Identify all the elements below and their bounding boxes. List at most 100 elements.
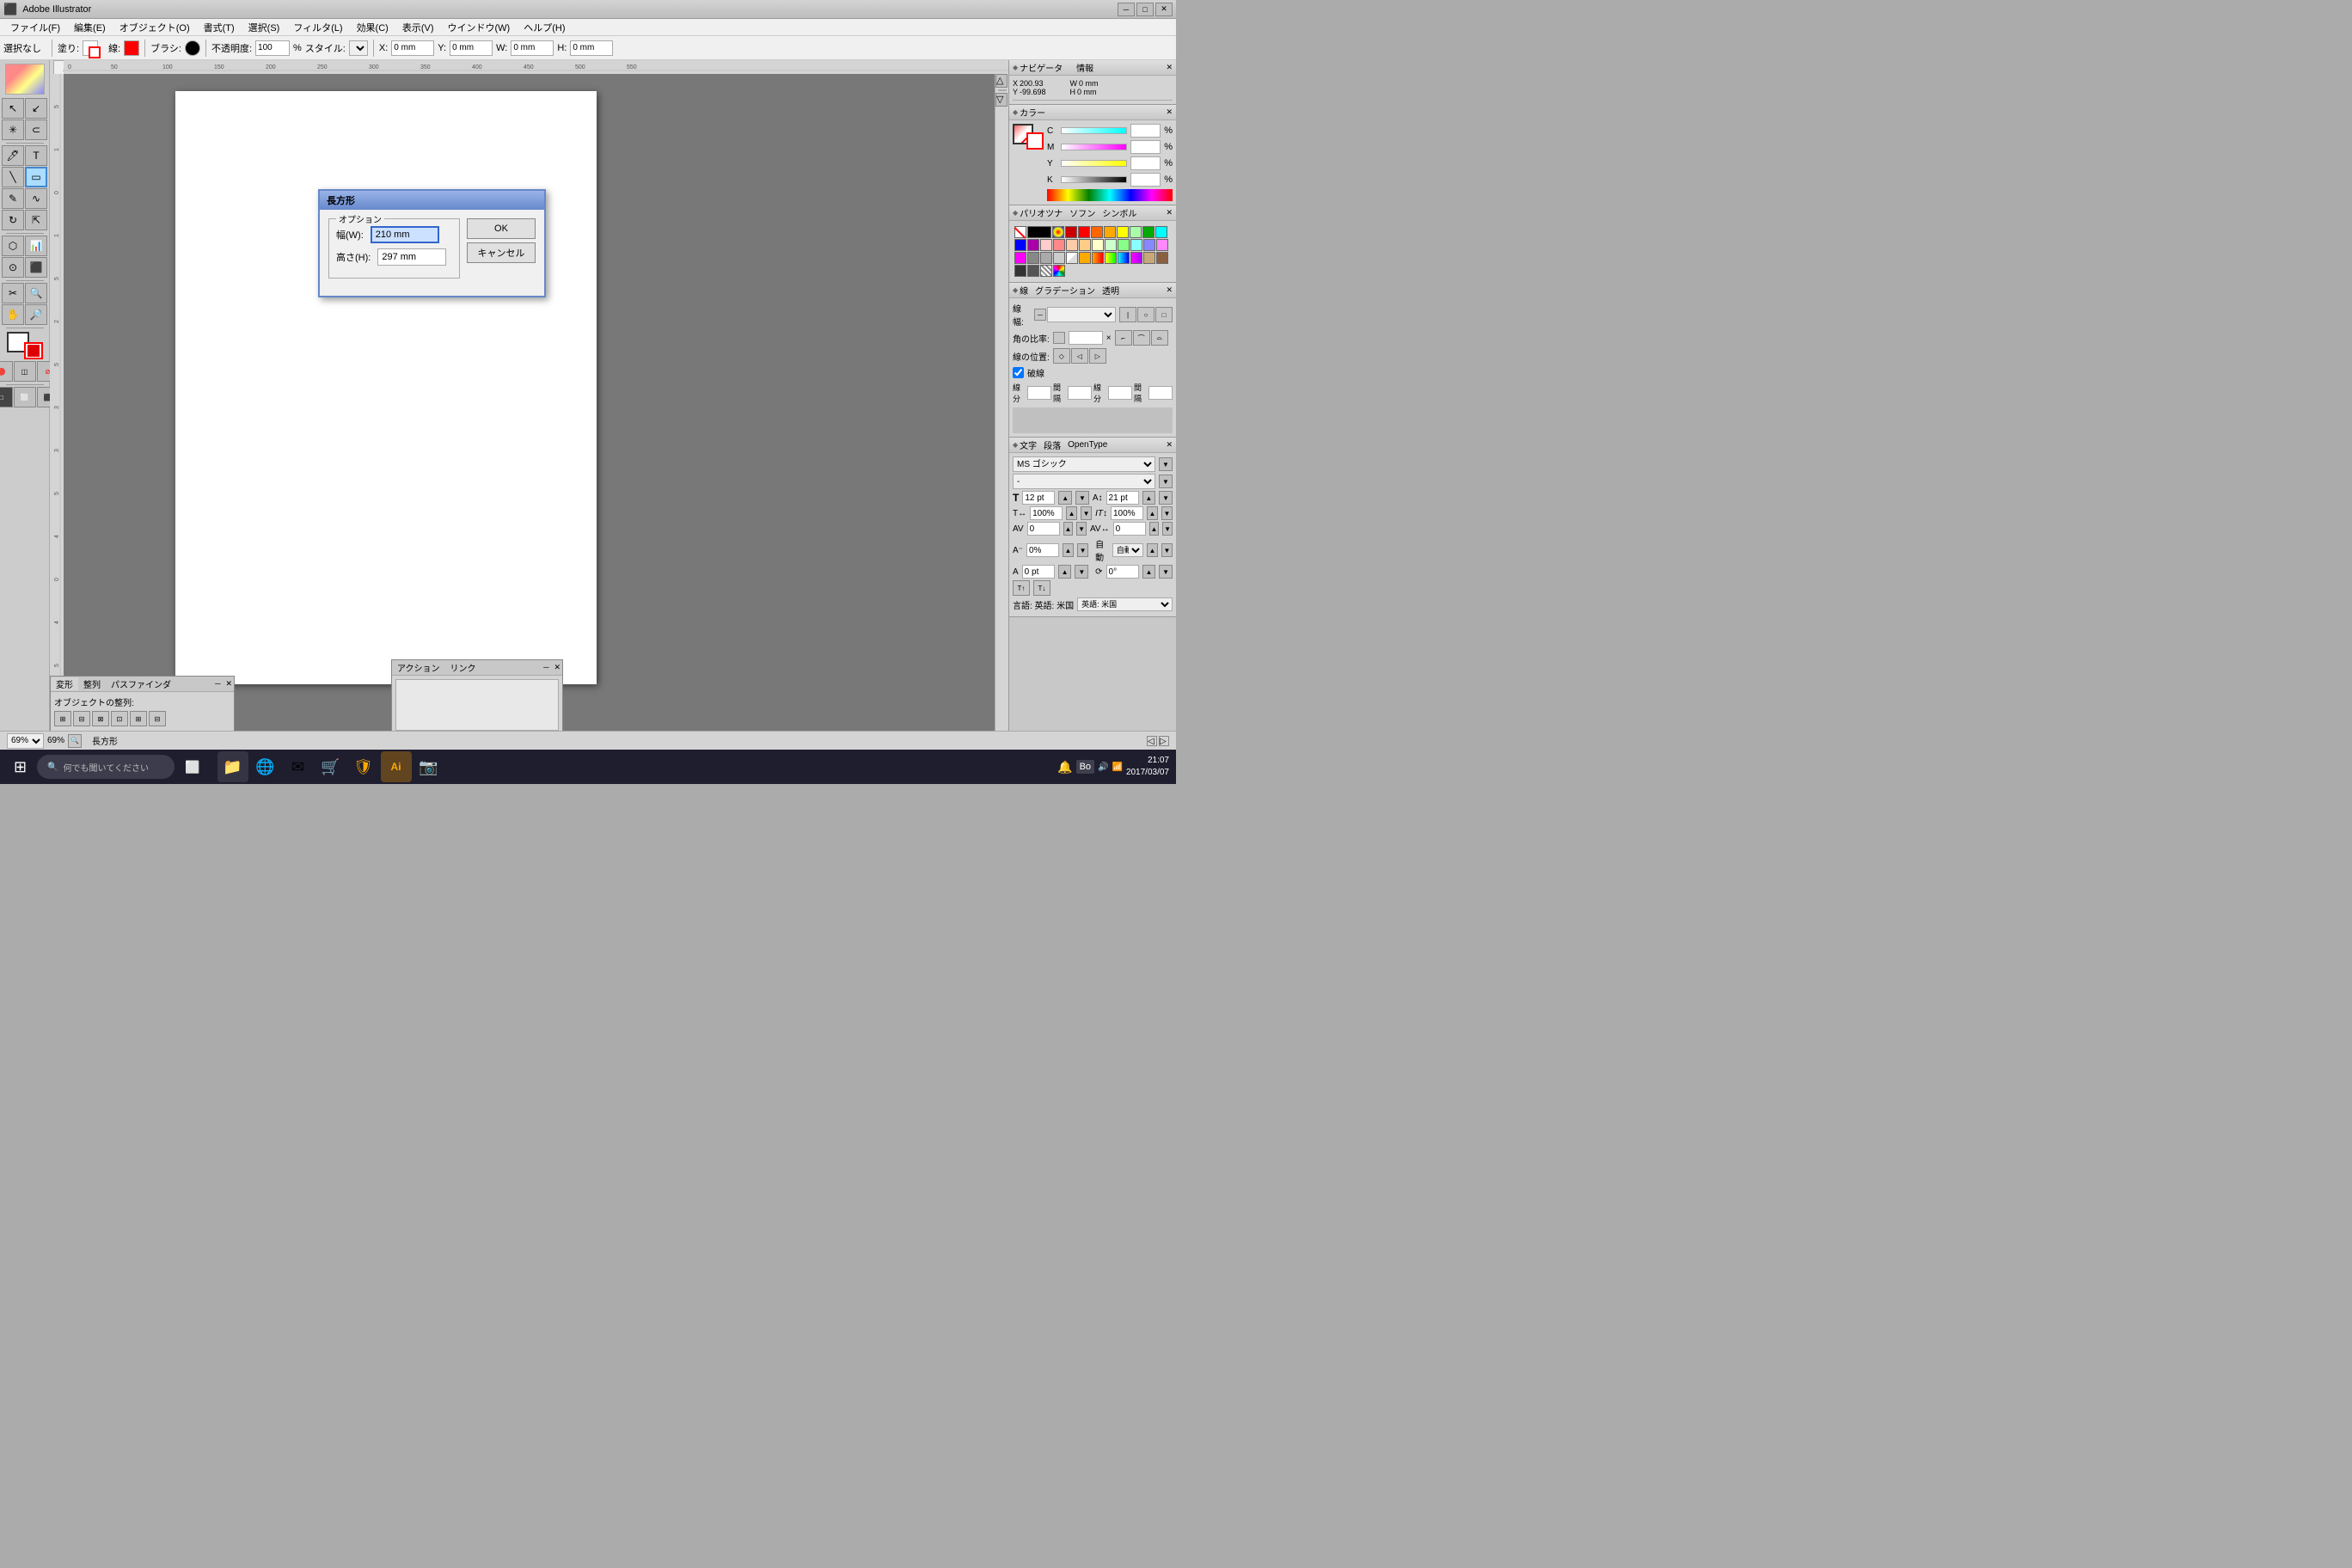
swatch-19[interactable]	[1143, 239, 1155, 251]
opacity-input[interactable]	[255, 40, 290, 56]
menu-filter[interactable]: フィルタ(L)	[286, 19, 349, 36]
taskbar-app-illustrator[interactable]: Ai	[381, 751, 412, 782]
font-style-dropdown[interactable]: ▼	[1159, 475, 1173, 488]
brush-swatch[interactable]	[185, 40, 200, 56]
fill-swatch[interactable]	[83, 40, 98, 56]
kerning-up[interactable]: ▲	[1063, 522, 1074, 536]
swatch-20[interactable]	[1156, 239, 1168, 251]
warp-tool[interactable]: ⬡	[2, 236, 24, 256]
vscroll-up[interactable]: △	[995, 74, 1008, 88]
join-bevel[interactable]: ⌓	[1151, 330, 1168, 346]
y-slider[interactable]	[1061, 160, 1127, 167]
color-panel-header[interactable]: ◆ カラー ✕	[1009, 105, 1176, 120]
baseline-input[interactable]	[1026, 543, 1059, 557]
bottom-panel-minimize[interactable]: ─	[213, 679, 222, 689]
menu-select[interactable]: 選択(S)	[242, 19, 287, 36]
rotate-up[interactable]: ▲	[1142, 565, 1156, 579]
swatch-7[interactable]	[1142, 226, 1155, 238]
baseline-down[interactable]: ▼	[1077, 543, 1088, 557]
scale-v-down[interactable]: ▼	[1161, 506, 1173, 520]
pt-input[interactable]	[1022, 565, 1055, 579]
menu-edit[interactable]: 編集(E)	[67, 19, 113, 36]
smooth-tool[interactable]: ∿	[25, 188, 47, 209]
y-input[interactable]	[450, 40, 493, 56]
align-top[interactable]: ⊡	[111, 711, 128, 726]
direct-select-tool[interactable]: ↙	[25, 98, 47, 119]
full-view-btn[interactable]: ⬜	[14, 387, 36, 407]
color-stroke-box[interactable]	[1026, 132, 1044, 150]
superscript-btn[interactable]: T↑	[1013, 580, 1030, 596]
hand-tool[interactable]: ✋	[2, 304, 24, 325]
color-close[interactable]: ✕	[1166, 107, 1173, 117]
m-slider[interactable]	[1061, 144, 1127, 150]
bottom-panel-close[interactable]: ✕	[224, 679, 234, 689]
maximize-button[interactable]: □	[1136, 3, 1154, 16]
rotate-input[interactable]	[1106, 565, 1139, 579]
swatch-9[interactable]	[1014, 239, 1026, 251]
auto-down[interactable]: ▼	[1161, 543, 1173, 557]
tracking-down[interactable]: ▼	[1162, 522, 1173, 536]
x-input[interactable]	[391, 40, 434, 56]
font-size-down[interactable]: ▼	[1075, 491, 1089, 505]
join-miter[interactable]: ⌐	[1115, 330, 1132, 346]
magic-wand-tool[interactable]: ✳	[2, 119, 24, 140]
swatch-3[interactable]	[1091, 226, 1103, 238]
taskbar-app-explorer[interactable]: 📁	[217, 751, 248, 782]
start-button[interactable]: ⊞	[7, 753, 34, 781]
navigator-close[interactable]: ✕	[1166, 63, 1173, 72]
color-spectrum[interactable]	[1047, 189, 1173, 201]
swatch-28[interactable]	[1105, 252, 1117, 264]
align-left[interactable]: ⊞	[54, 711, 71, 726]
swatch-14[interactable]	[1079, 239, 1091, 251]
kerning-input[interactable]	[1027, 522, 1060, 536]
baseline-up[interactable]: ▲	[1063, 543, 1074, 557]
kerning-down[interactable]: ▼	[1076, 522, 1087, 536]
swatch-23[interactable]	[1040, 252, 1052, 264]
swatch-11[interactable]	[1040, 239, 1052, 251]
rotate-down[interactable]: ▼	[1159, 565, 1173, 579]
pos-outside[interactable]: ▷	[1089, 348, 1106, 364]
pt-up[interactable]: ▲	[1058, 565, 1072, 579]
font-style-select[interactable]: -	[1013, 474, 1155, 489]
dash2-input[interactable]	[1108, 386, 1132, 400]
swatch-24[interactable]	[1053, 252, 1065, 264]
vscroll-track[interactable]	[998, 89, 1007, 91]
stroke-swatch-overlay[interactable]	[89, 46, 101, 58]
pt-down[interactable]: ▼	[1075, 565, 1088, 579]
canvas-area[interactable]: 名称未設定-3 @ 69% (CMYK/プレビュー) 0 50 100 150 …	[50, 60, 1008, 750]
cancel-button[interactable]: キャンセル	[467, 242, 536, 263]
tracking-up[interactable]: ▲	[1149, 522, 1160, 536]
nav-arrow-right[interactable]: ▷	[1159, 736, 1169, 746]
swatch-black[interactable]	[1027, 226, 1051, 238]
h-input[interactable]	[570, 40, 613, 56]
swatch-30[interactable]	[1130, 252, 1142, 264]
pencil-tool[interactable]: ✎	[2, 188, 24, 209]
pen-tool[interactable]: 🖊	[2, 145, 24, 166]
zoom-btn[interactable]: 🔍	[68, 734, 82, 748]
menu-file[interactable]: ファイル(F)	[3, 19, 67, 36]
select-tool[interactable]: ↖	[2, 98, 24, 119]
cap-round[interactable]: ○	[1137, 307, 1155, 322]
tab-transform[interactable]: 変形	[51, 677, 78, 690]
swatch-10[interactable]	[1027, 239, 1039, 251]
k-slider[interactable]	[1061, 176, 1127, 183]
rotate-tool[interactable]: ↻	[2, 210, 24, 230]
auto-select[interactable]: 自動	[1112, 543, 1143, 557]
swatch-1[interactable]	[1065, 226, 1077, 238]
swatch-27[interactable]	[1092, 252, 1104, 264]
swatch-close[interactable]: ✕	[1166, 208, 1173, 217]
scissors-tool[interactable]: ✂	[2, 283, 24, 303]
graph-tool[interactable]: 📊	[25, 236, 47, 256]
swatch-2[interactable]	[1078, 226, 1090, 238]
subscript-btn[interactable]: T↓	[1033, 580, 1050, 596]
symbol-tool[interactable]: ⊙	[2, 257, 24, 278]
action-minimize[interactable]: ─	[542, 663, 550, 672]
swatch-12[interactable]	[1053, 239, 1065, 251]
scale-v-up[interactable]: ▲	[1147, 506, 1158, 520]
menu-object[interactable]: オブジェクト(O)	[113, 19, 197, 36]
c-input[interactable]	[1130, 124, 1161, 138]
align-bottom[interactable]: ⊟	[149, 711, 166, 726]
font-family-select[interactable]: MS ゴシック	[1013, 456, 1155, 472]
swatch-35[interactable]	[1040, 265, 1052, 277]
leading-input[interactable]	[1106, 491, 1139, 505]
